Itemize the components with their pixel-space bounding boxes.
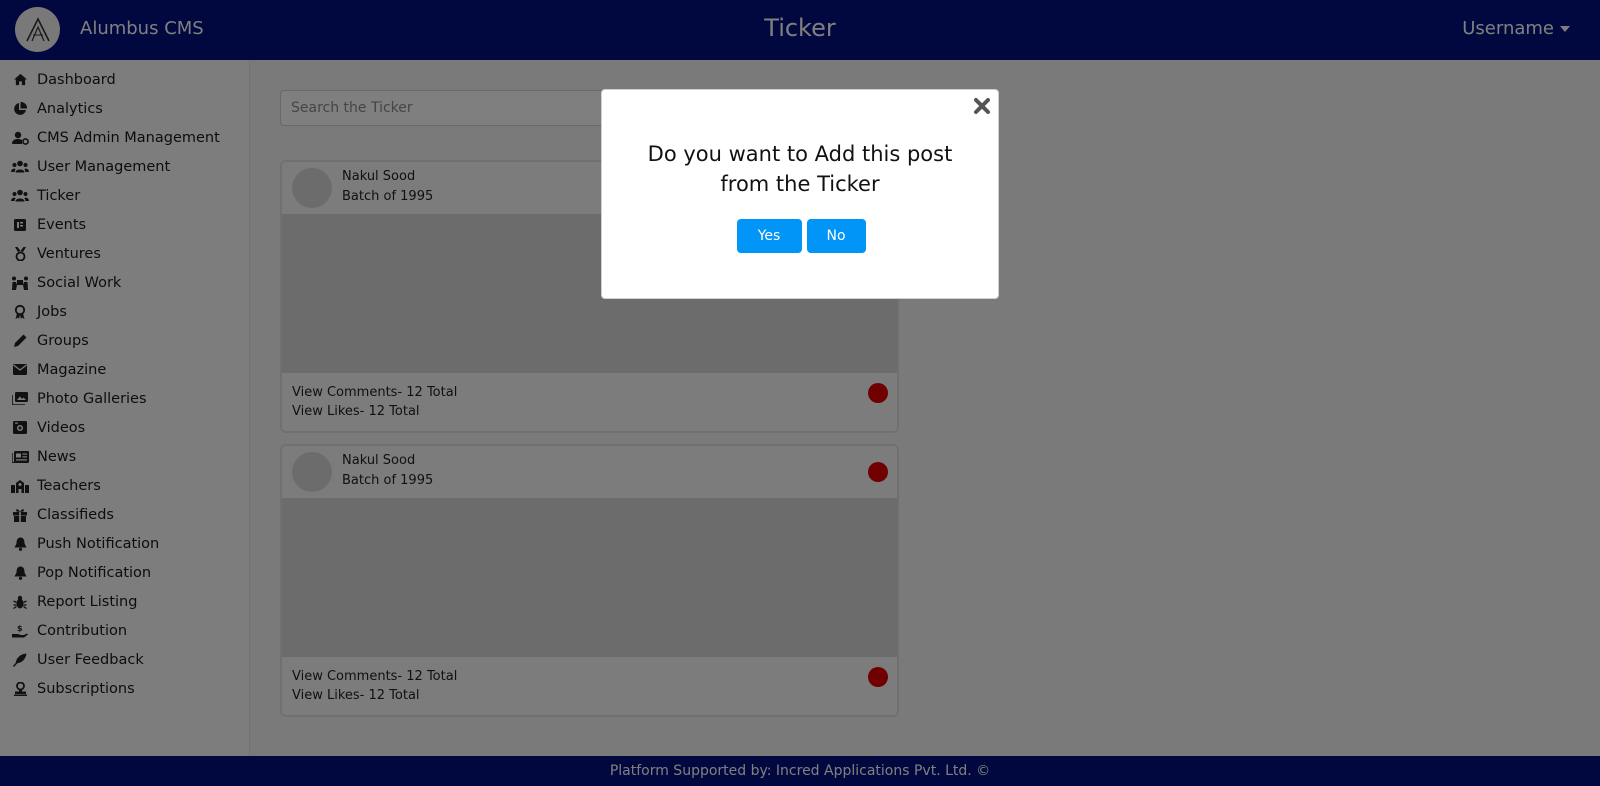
dialog-actions: Yes No (602, 219, 1000, 253)
yes-button[interactable]: Yes (736, 219, 802, 253)
no-button[interactable]: No (806, 219, 866, 253)
confirm-dialog: Do you want to Add this post from the Ti… (601, 89, 999, 299)
dialog-message: Do you want to Add this post from the Ti… (647, 142, 953, 196)
close-icon[interactable] (972, 96, 992, 116)
